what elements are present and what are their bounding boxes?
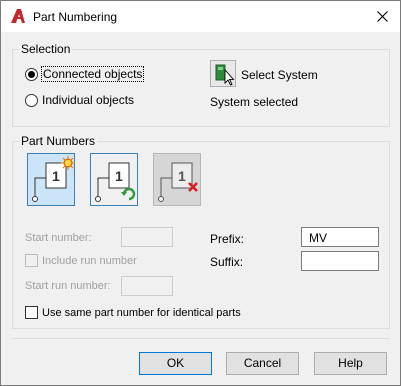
close-x-icon [377, 11, 388, 22]
individual-objects-radio[interactable]: Individual objects [25, 93, 134, 107]
radio-indicator [25, 93, 38, 107]
new-number-button[interactable]: 1 [27, 153, 75, 206]
start-number-label: Start number: [25, 232, 92, 244]
connected-objects-radio[interactable]: Connected objects [25, 66, 145, 82]
start-run-number-label: Start run number: [25, 280, 111, 292]
delete-number-icon: 1 [158, 162, 198, 202]
same-part-number-checkbox[interactable]: Use same part number for identical parts [25, 306, 241, 319]
help-button[interactable]: Help [314, 352, 387, 375]
individual-objects-label: Individual objects [42, 93, 135, 107]
window-title: Part Numbering [33, 10, 118, 24]
autocad-a-icon [11, 9, 25, 23]
same-part-number-label: Use same part number for identical parts [42, 306, 241, 319]
select-system-icon [215, 64, 235, 86]
include-run-number-label: Include run number [42, 254, 137, 267]
selection-group-label: Selection [19, 42, 73, 56]
svg-text:1: 1 [115, 168, 123, 184]
start-number-field[interactable] [121, 227, 173, 247]
ok-button[interactable]: OK [139, 352, 212, 375]
select-system-button[interactable] [210, 60, 236, 87]
checkbox-box [25, 306, 38, 319]
close-button[interactable] [364, 1, 400, 32]
title-bar[interactable]: Part Numbering [1, 1, 400, 32]
delete-number-button[interactable]: 1 [153, 153, 201, 206]
prefix-label: Prefix: [210, 232, 245, 246]
connected-objects-label: Connected objects [40, 66, 145, 82]
prefix-field[interactable]: MV [301, 227, 379, 247]
suffix-label: Suffix: [210, 255, 244, 269]
svg-text:1: 1 [178, 168, 186, 184]
suffix-field[interactable] [301, 251, 379, 271]
radio-indicator-checked [25, 67, 38, 81]
renumber-button[interactable]: 1 [90, 153, 138, 206]
include-run-number-checkbox[interactable]: Include run number [25, 254, 137, 267]
select-system-label: Select System [241, 68, 318, 82]
checkbox-box [25, 254, 38, 267]
part-numbers-group-label: Part Numbers [19, 134, 98, 148]
part-numbering-dialog: Part Numbering Selection Connected objec… [0, 0, 401, 386]
footer-separator [12, 338, 389, 339]
start-run-number-field[interactable] [121, 276, 173, 296]
svg-text:1: 1 [52, 168, 60, 184]
renumber-icon: 1 [95, 162, 136, 202]
new-number-icon: 1 [32, 156, 75, 202]
selection-group [12, 49, 390, 127]
system-status-text: System selected [210, 95, 299, 109]
cancel-button[interactable]: Cancel [226, 352, 299, 375]
